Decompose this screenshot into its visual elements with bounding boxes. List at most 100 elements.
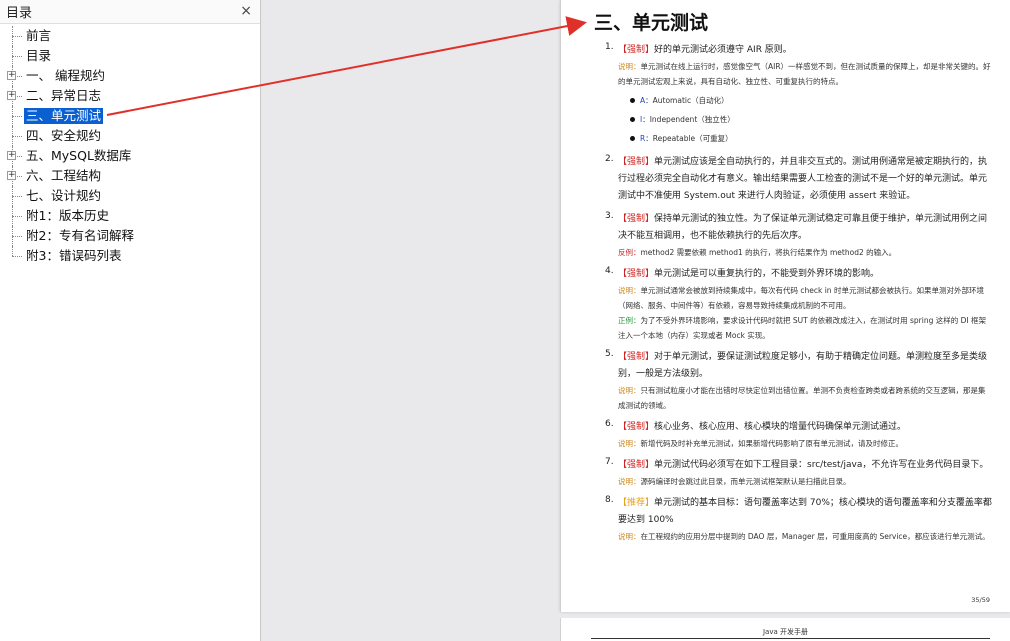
toc-item-label: 附2：专有名词解释 xyxy=(26,228,134,243)
toc-item-label: 五、MySQL数据库 xyxy=(26,148,132,163)
rule-note: 反例：method2 需要依赖 method1 的执行，将执行结果作为 meth… xyxy=(618,245,992,260)
toc-item-label: 二、异常日志 xyxy=(26,88,102,103)
note-text: 单元测试通常会被放到持续集成中，每次有代码 check in 时单元测试都会被执… xyxy=(618,286,984,310)
toc-item[interactable]: + 六、工程结构 xyxy=(0,166,260,186)
rule-body: 对于单元测试，要保证测试粒度足够小，有助于精确定位问题。单测粒度至多是类级别，一… xyxy=(618,352,988,379)
page-number: 35/59 xyxy=(971,596,990,604)
rule-list: 1. 【强制】好的单元测试必须遵守 AIR 原则。 说明：单元测试在线上运行时，感觉… xyxy=(597,42,992,550)
rule-tag: 【强制】 xyxy=(618,269,655,279)
rule-number: 5. xyxy=(605,349,614,359)
bullet-item: R：Repeatable（可重复） xyxy=(630,129,992,148)
toc-item-label: 六、工程结构 xyxy=(26,168,102,183)
rule-body: 核心业务、核心应用、核心模块的增量代码确保单元测试通过。 xyxy=(654,422,907,432)
toc-item[interactable]: 附2：专有名词解释 xyxy=(0,226,260,246)
expand-icon[interactable]: + xyxy=(7,71,16,80)
note-text: 单元测试在线上运行时，感觉像空气（AIR）一样感觉不到，但在测试质量的保障上，却… xyxy=(618,62,991,86)
header-rule xyxy=(591,638,990,639)
rule-text: 【强制】对于单元测试，要保证测试粒度足够小，有助于精确定位问题。单测粒度至多是类… xyxy=(618,349,992,383)
rule-number: 2. xyxy=(605,154,614,164)
rule-tag: 【强制】 xyxy=(618,352,655,362)
bullet-text: ：Independent（独立性） xyxy=(642,115,735,124)
toc-item-label: 目录 xyxy=(26,48,52,63)
toc-item[interactable]: 七、设计规约 xyxy=(0,186,260,206)
rule-number: 1. xyxy=(605,42,614,52)
rule-item: 8. 【推荐】单元测试的基本目标：语句覆盖率达到 70%；核心模块的语句覆盖率和分… xyxy=(597,495,992,544)
document-page: 三、单元测试 1. 【强制】好的单元测试必须遵守 AIR 原则。 说明：单元测试在线… xyxy=(560,0,1010,612)
note-text: 只有测试粒度小才能在出错时尽快定位到出错位置。单测不负责检查跨类或者跨系统的交互… xyxy=(618,386,986,410)
rule-tag: 【强制】 xyxy=(618,45,655,55)
bullet-item: I：Independent（独立性） xyxy=(630,110,992,129)
rule-note: 说明：在工程规约的应用分层中提到的 DAO 层，Manager 层，可重用度高的… xyxy=(618,529,992,544)
toc-panel: 目录 × 前言 目录 + 一、 编程规约 + 二、异常日志 三、单元测试 四、安全规约 + 五、M… xyxy=(0,0,261,641)
rule-note: 说明：新增代码及时补充单元测试，如果新增代码影响了原有单元测试，请及时修正。 xyxy=(618,436,992,451)
toc-item[interactable]: + 一、 编程规约 xyxy=(0,66,260,86)
toc-item[interactable]: 目录 xyxy=(0,46,260,66)
toc-item-label: 附3：错误码列表 xyxy=(26,248,122,263)
tree-connector xyxy=(12,136,22,137)
note-label: 说明： xyxy=(618,386,641,395)
tree-connector xyxy=(12,246,13,256)
rule-note: 说明：单元测试在线上运行时，感觉像空气（AIR）一样感觉不到，但在测试质量的保障… xyxy=(618,59,992,89)
note-label: 说明： xyxy=(618,62,641,71)
toc-item[interactable]: 附1：版本历史 xyxy=(0,206,260,226)
toc-item[interactable]: 前言 xyxy=(0,26,260,46)
rule-item: 5. 【强制】对于单元测试，要保证测试粒度足够小，有助于精确定位问题。单测粒度至多… xyxy=(597,349,992,413)
toc-item[interactable]: 三、单元测试 xyxy=(0,106,260,126)
rule-number: 3. xyxy=(605,211,614,221)
rule-tag: 【推荐】 xyxy=(618,498,655,508)
rule-item: 7. 【强制】单元测试代码必须写在如下工程目录：src/test/java，不允许… xyxy=(597,457,992,489)
rule-text: 【强制】单元测试应该是全自动执行的，并且非交互式的。测试用例通常是被定期执行的，… xyxy=(618,154,992,205)
rule-text: 【强制】单元测试是可以重复执行的，不能受到外界环境的影响。 xyxy=(618,266,992,283)
toc-item-label: 前言 xyxy=(26,28,52,43)
next-page: Java 开发手册 xyxy=(560,618,1010,641)
toc-item[interactable]: 附3：错误码列表 xyxy=(0,246,260,266)
note-label: 说明： xyxy=(618,532,641,541)
expand-icon[interactable]: + xyxy=(7,171,16,180)
rule-text: 【强制】核心业务、核心应用、核心模块的增量代码确保单元测试通过。 xyxy=(618,419,992,436)
rule-body: 单元测试的基本目标：语句覆盖率达到 70%；核心模块的语句覆盖率和分支覆盖率都要… xyxy=(618,498,992,525)
rule-text: 【强制】保持单元测试的独立性。为了保证单元测试稳定可靠且便于维护，单元测试用例之… xyxy=(618,211,992,245)
tree-connector xyxy=(12,56,22,57)
toc-item-label: 附1：版本历史 xyxy=(26,208,109,223)
section-title: 三、单元测试 xyxy=(594,12,709,34)
toc-item-label: 四、安全规约 xyxy=(26,128,102,143)
note-text: 为了不受外界环境影响，要求设计代码时就把 SUT 的依赖改成注入，在测试时用 s… xyxy=(618,316,986,340)
tree-connector xyxy=(12,216,22,217)
note-label: 说明： xyxy=(618,286,641,295)
rule-item: 1. 【强制】好的单元测试必须遵守 AIR 原则。 说明：单元测试在线上运行时，感觉… xyxy=(597,42,992,148)
bullet-text: ：Repeatable（可重复） xyxy=(645,134,733,143)
toc-tree: 前言 目录 + 一、 编程规约 + 二、异常日志 三、单元测试 四、安全规约 + 五、MySQL数… xyxy=(0,24,260,266)
bullet-item: A：Automatic（自动化） xyxy=(630,91,992,110)
rule-number: 7. xyxy=(605,457,614,467)
toc-title: 目录 xyxy=(6,6,33,21)
rule-number: 8. xyxy=(605,495,614,505)
toc-item[interactable]: + 二、异常日志 xyxy=(0,86,260,106)
note-label: 说明： xyxy=(618,477,641,486)
toc-item[interactable]: + 五、MySQL数据库 xyxy=(0,146,260,166)
close-icon[interactable]: × xyxy=(240,3,252,19)
app-window: 目录 × 前言 目录 + 一、 编程规约 + 二、异常日志 三、单元测试 四、安全规约 + 五、M… xyxy=(0,0,1010,641)
rule-body: 保持单元测试的独立性。为了保证单元测试稳定可靠且便于维护，单元测试用例之间决不能… xyxy=(618,214,988,241)
expand-icon[interactable]: + xyxy=(7,151,16,160)
toc-item[interactable]: 四、安全规约 xyxy=(0,126,260,146)
rule-body: 单元测试代码必须写在如下工程目录：src/test/java，不允许写在业务代码… xyxy=(654,460,989,470)
rule-tag: 【强制】 xyxy=(618,422,655,432)
rule-tag: 【强制】 xyxy=(618,214,655,224)
note-label: 说明： xyxy=(618,439,641,448)
rule-text: 【强制】单元测试代码必须写在如下工程目录：src/test/java，不允许写在… xyxy=(618,457,992,474)
rule-note: 说明：单元测试通常会被放到持续集成中，每次有代码 check in 时单元测试都… xyxy=(618,283,992,313)
expand-icon[interactable]: + xyxy=(7,91,16,100)
rule-tag: 【强制】 xyxy=(618,157,655,167)
rule-tag: 【强制】 xyxy=(618,460,655,470)
note-text: method2 需要依赖 method1 的执行，将执行结果作为 method2… xyxy=(640,248,897,257)
rule-item: 4. 【强制】单元测试是可以重复执行的，不能受到外界环境的影响。 说明：单元测试通常… xyxy=(597,266,992,343)
rule-body: 单元测试是可以重复执行的，不能受到外界环境的影响。 xyxy=(654,269,880,279)
toc-item-label: 七、设计规约 xyxy=(26,188,102,203)
note-label: 正例： xyxy=(618,316,641,325)
tree-connector xyxy=(12,256,22,257)
rule-text: 【强制】好的单元测试必须遵守 AIR 原则。 xyxy=(618,42,992,59)
note-text: 新增代码及时补充单元测试，如果新增代码影响了原有单元测试，请及时修正。 xyxy=(640,439,904,448)
rule-body: 好的单元测试必须遵守 AIR 原则。 xyxy=(654,45,792,55)
rule-number: 4. xyxy=(605,266,614,276)
